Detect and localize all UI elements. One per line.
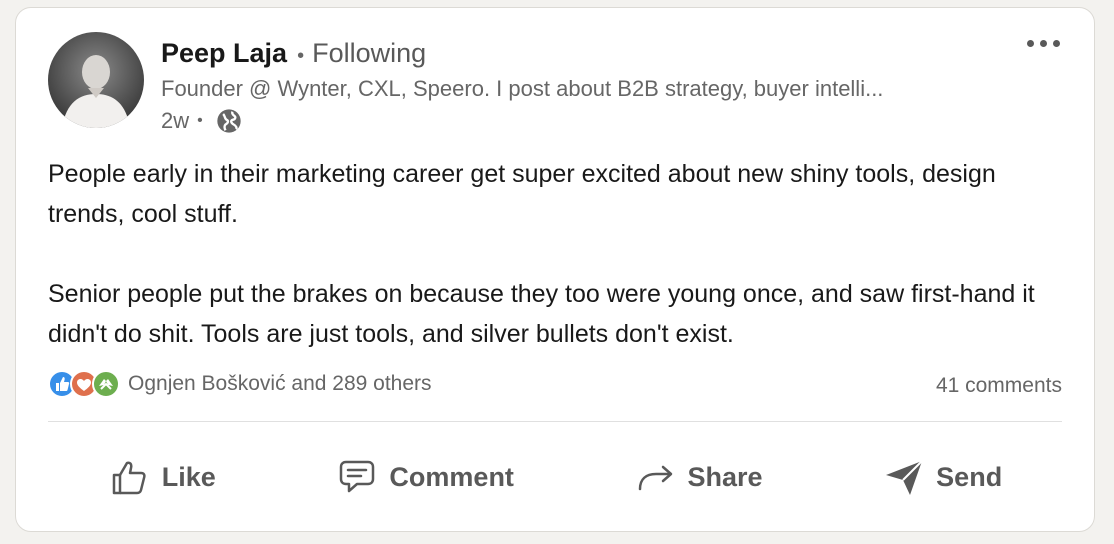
ellipsis-dot (1053, 40, 1060, 47)
comment-label: Comment (389, 461, 514, 492)
separator-dot: • (197, 112, 203, 129)
post-paragraph: People early in their marketing career g… (48, 160, 996, 228)
action-bar: Like Comment Share Send (48, 444, 1062, 510)
reactions-text: Ognjen Bošković and 289 others (128, 372, 432, 395)
author-name[interactable]: Peep Laja (161, 36, 287, 70)
divider (48, 421, 1062, 422)
post-meta: 2w • (161, 106, 243, 136)
author-name-row: Peep Laja • Following (161, 36, 426, 73)
follow-status: Following (312, 38, 427, 68)
share-arrow-icon (638, 465, 672, 491)
reaction-icons (48, 370, 120, 398)
like-button[interactable]: Like (92, 447, 232, 507)
comments-count[interactable]: 41 comments (936, 374, 1062, 398)
globe-icon (217, 109, 241, 133)
more-options-button[interactable] (1027, 40, 1060, 47)
post-body: People early in their marketing career g… (48, 154, 1078, 354)
post-card: Peep Laja • Following Founder @ Wynter, … (15, 7, 1095, 532)
share-label: Share (687, 461, 763, 492)
paper-plane-icon (886, 460, 923, 495)
author-headline: Founder @ Wynter, CXL, Speero. I post ab… (161, 76, 884, 101)
comment-button[interactable]: Comment (319, 447, 530, 507)
thumbs-up-icon (112, 461, 146, 495)
separator-dot: • (297, 45, 305, 67)
author-avatar[interactable] (48, 32, 144, 128)
like-label: Like (161, 461, 216, 492)
send-button[interactable]: Send (866, 447, 1018, 507)
ellipsis-dot (1040, 40, 1047, 47)
send-label: Send (936, 461, 1003, 492)
post-paragraph: Senior people put the brakes on because … (48, 280, 1035, 348)
support-icon (92, 370, 120, 398)
post-time[interactable]: 2w (161, 106, 189, 136)
reactions-summary[interactable]: Ognjen Bošković and 289 others (48, 370, 432, 398)
ellipsis-dot (1027, 40, 1034, 47)
comment-icon (340, 460, 375, 493)
share-button[interactable]: Share (618, 447, 779, 507)
